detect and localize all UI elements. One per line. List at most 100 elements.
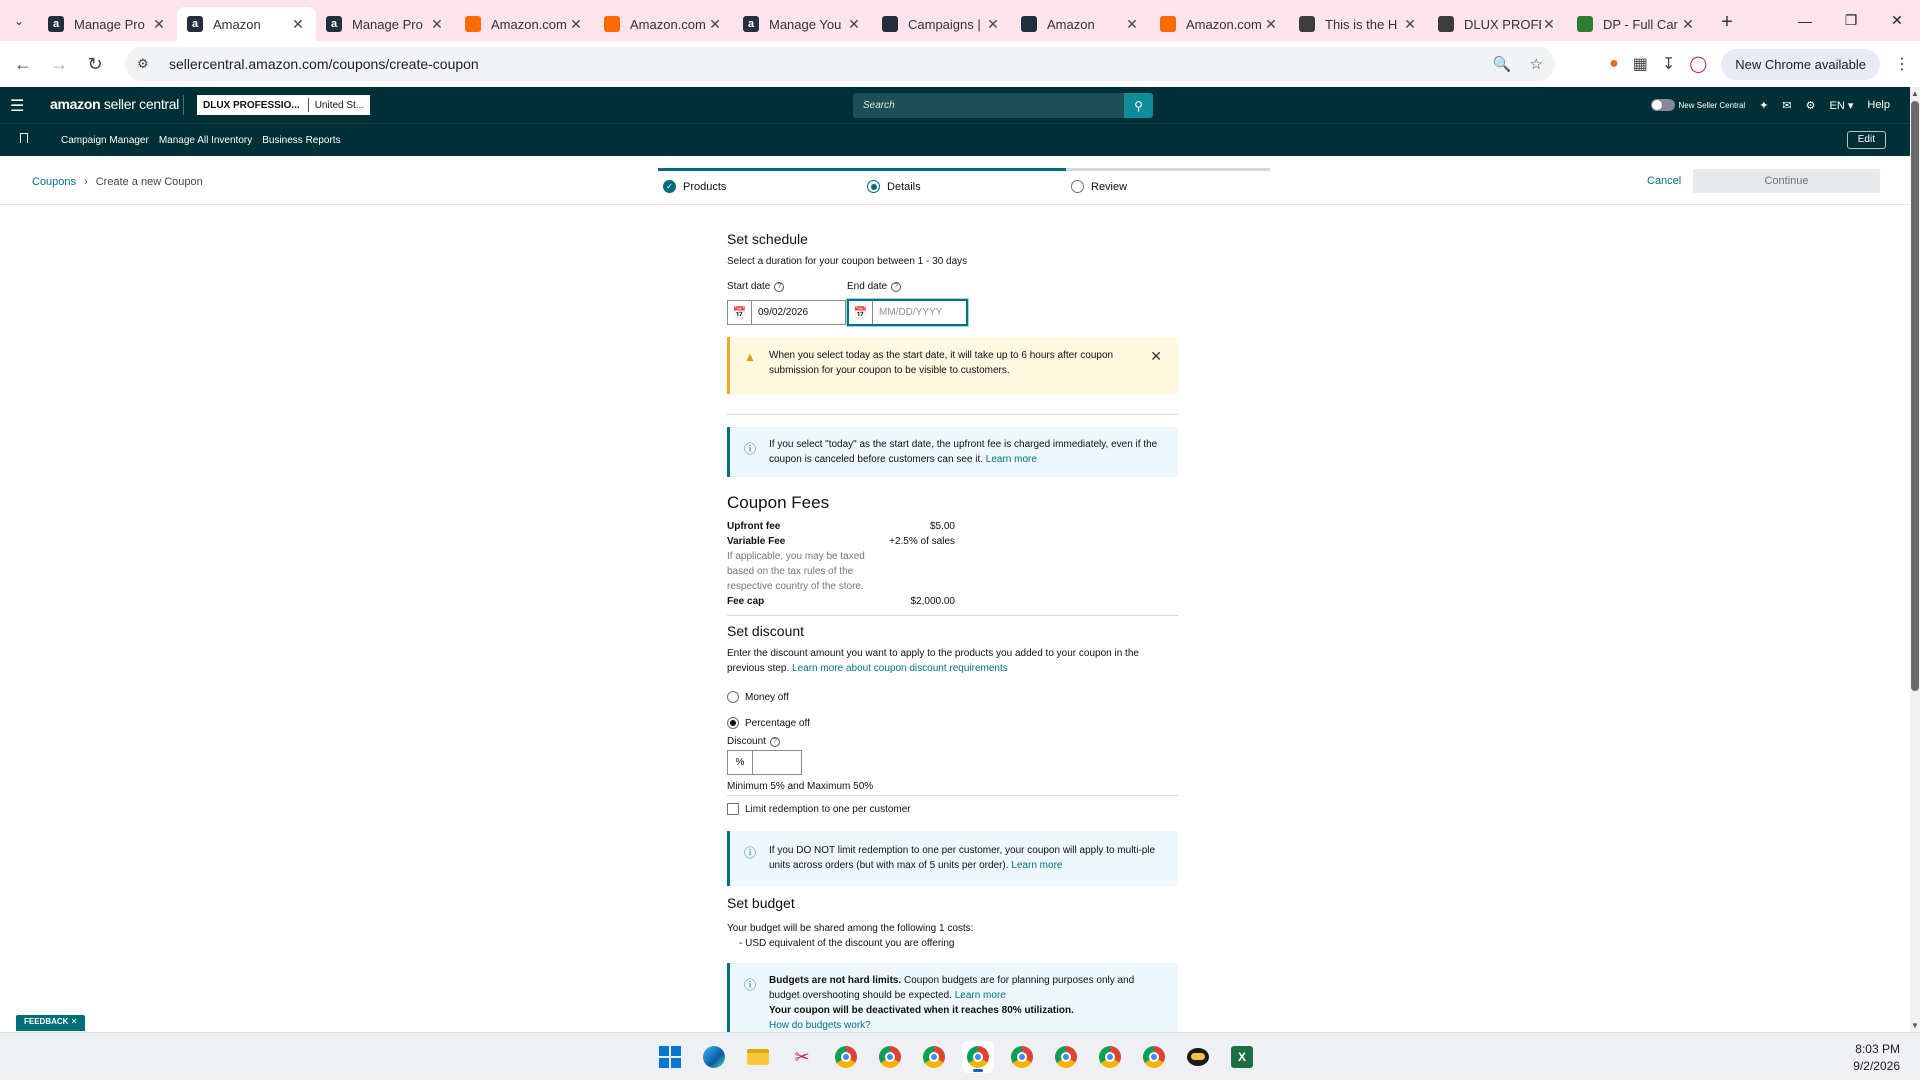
browser-tab[interactable]: Amazon.com ✕ (455, 7, 594, 41)
browser-tab[interactable]: Campaigns | ✕ (872, 7, 1011, 41)
seller-search-input[interactable]: Search (853, 93, 1125, 118)
money-off-radio[interactable]: Money off (727, 691, 789, 703)
browser-tab[interactable]: Amazon.com ✕ (1150, 7, 1289, 41)
scrollbar-thumb[interactable] (1911, 101, 1919, 691)
seller-search-button[interactable]: ⚲ (1124, 93, 1153, 118)
chrome-profile-icon[interactable] (874, 1041, 906, 1073)
chrome-active-icon[interactable] (962, 1041, 994, 1073)
chrome-profile-icon[interactable] (918, 1041, 950, 1073)
system-clock[interactable]: 8:03 PM 9/2/2026 (1853, 1041, 1900, 1075)
file-explorer-icon[interactable] (742, 1041, 774, 1073)
chrome-profile-icon[interactable] (1138, 1041, 1170, 1073)
hamburger-menu-icon[interactable]: ☰ (10, 96, 24, 116)
chrome-profile-icon[interactable] (830, 1041, 862, 1073)
step-review[interactable]: Review (1071, 180, 1127, 193)
new-chrome-available-button[interactable]: New Chrome available (1721, 48, 1880, 80)
tab-close-icon[interactable]: ✕ (1263, 16, 1279, 33)
tab-close-icon[interactable]: ✕ (1541, 16, 1557, 33)
snipping-tool-icon[interactable]: ✂ (786, 1041, 818, 1073)
browser-tab[interactable]: DLUX PROFE ✕ (1428, 7, 1567, 41)
nav-item-link[interactable]: Manage All Inventory (159, 135, 252, 146)
profile-icon[interactable]: ◯ (1689, 54, 1707, 74)
learn-more-link[interactable]: Learn more (986, 454, 1037, 465)
address-bar[interactable]: ⚙ sellercentral.amazon.com/coupons/creat… (125, 47, 1555, 81)
excel-icon[interactable]: X (1226, 1041, 1258, 1073)
help-question-icon[interactable]: ? (774, 281, 785, 292)
cancel-link[interactable]: Cancel (1647, 175, 1681, 187)
step-details[interactable]: Details (867, 180, 921, 193)
browser-tab[interactable]: DP - Full Car ✕ (1567, 7, 1706, 41)
seller-central-logo[interactable]: amazon seller central (50, 96, 179, 112)
browser-tab[interactable]: a Manage Pro ✕ (38, 7, 177, 41)
tab-close-icon[interactable]: ✕ (1124, 16, 1140, 33)
browser-tab[interactable]: a Manage Pro ✕ (316, 7, 455, 41)
discount-percent-input[interactable]: % (727, 750, 802, 775)
browser-tab[interactable]: a Manage You ✕ (733, 7, 872, 41)
close-icon[interactable]: ✕ (1150, 348, 1162, 365)
tab-close-icon[interactable]: ✕ (846, 16, 862, 33)
forward-button[interactable]: → (41, 46, 77, 82)
tab-close-icon[interactable]: ✕ (985, 16, 1001, 33)
chrome-profile-icon[interactable] (1050, 1041, 1082, 1073)
tab-close-icon[interactable]: ✕ (151, 16, 167, 33)
chat-app-icon[interactable] (1182, 1041, 1214, 1073)
chrome-icon[interactable] (1006, 1041, 1038, 1073)
browser-tab[interactable]: Amazon ✕ (1011, 7, 1150, 41)
continue-button[interactable]: Continue (1693, 169, 1880, 193)
sparkle-icon[interactable]: ✦ (1759, 99, 1768, 112)
extension-icon[interactable]: ● (1609, 55, 1619, 73)
mail-icon[interactable]: ✉ (1782, 99, 1791, 112)
tab-search-button[interactable]: ⌄ (0, 0, 38, 41)
extensions-puzzle-icon[interactable]: ▦ (1633, 54, 1648, 74)
nav-item-link[interactable]: Business Reports (262, 135, 340, 146)
help-link[interactable]: Help (1867, 99, 1890, 111)
restore-button[interactable]: ❐ (1828, 0, 1874, 41)
nav-item-link[interactable]: Campaign Manager (61, 135, 149, 146)
tab-close-icon[interactable]: ✕ (568, 16, 584, 33)
edit-nav-button[interactable]: Edit (1846, 131, 1886, 149)
bookmark-icon[interactable] (20, 133, 28, 143)
help-question-icon[interactable]: ? (769, 736, 780, 747)
zoom-icon[interactable]: 🔍 (1493, 55, 1512, 73)
bookmark-star-icon[interactable]: ☆ (1530, 55, 1543, 73)
reload-button[interactable]: ↻ (77, 46, 113, 82)
help-question-icon[interactable]: ? (891, 281, 902, 292)
browser-tab[interactable]: This is the H ✕ (1289, 7, 1428, 41)
feedback-button[interactable]: FEEDBACK ✕ (16, 1015, 86, 1031)
limit-redemption-checkbox[interactable]: Limit redemption to one per customer (727, 803, 911, 815)
settings-gear-icon[interactable]: ⚙ (1806, 99, 1816, 112)
minimize-button[interactable]: — (1782, 0, 1828, 41)
browser-tab[interactable]: Amazon.com ✕ (594, 7, 733, 41)
tab-close-icon[interactable]: ✕ (1680, 16, 1696, 33)
tab-close-icon[interactable]: ✕ (1402, 16, 1418, 33)
tab-close-icon[interactable]: ✕ (707, 16, 723, 33)
site-info-icon[interactable]: ⚙ (137, 56, 155, 72)
tab-close-icon[interactable]: ✕ (290, 16, 306, 33)
windows-start-icon[interactable] (654, 1041, 686, 1073)
scroll-up-arrow-icon[interactable]: ▲ (1911, 89, 1919, 98)
scroll-down-arrow-icon[interactable]: ▼ (1911, 1021, 1919, 1030)
end-date-field[interactable]: 📅 MM/DD/YYYY (847, 299, 968, 326)
discount-requirements-link[interactable]: Learn more about coupon discount require… (792, 663, 1008, 674)
start-date-field[interactable]: 📅 09/02/2026 (727, 300, 846, 325)
more-menu-icon[interactable]: ⋮ (1894, 54, 1910, 74)
step-products[interactable]: ✓ Products (663, 180, 726, 193)
calendar-icon[interactable]: 📅 (728, 301, 752, 324)
new-seller-central-toggle[interactable]: New Seller Central (1650, 99, 1745, 111)
tab-close-icon[interactable]: ✕ (429, 16, 445, 33)
edge-browser-icon[interactable] (698, 1041, 730, 1073)
new-tab-button[interactable]: + (1712, 11, 1742, 34)
calendar-icon[interactable]: 📅 (849, 301, 873, 324)
close-window-button[interactable]: ✕ (1874, 0, 1920, 41)
how-budgets-work-link[interactable]: How do budgets work? (769, 1020, 871, 1031)
close-icon[interactable]: ✕ (71, 1017, 78, 1026)
store-switcher[interactable]: DLUX PROFESSIO... United St... (197, 95, 371, 115)
download-icon[interactable]: ↧ (1662, 54, 1675, 74)
learn-more-link[interactable]: Learn more (955, 990, 1006, 1001)
percentage-off-radio[interactable]: Percentage off (727, 717, 810, 729)
browser-tab[interactable]: a Amazon ✕ (177, 7, 316, 41)
chrome-profile-icon[interactable] (1094, 1041, 1126, 1073)
breadcrumb-coupons-link[interactable]: Coupons (32, 176, 76, 188)
learn-more-link[interactable]: Learn more (1011, 860, 1062, 871)
language-selector[interactable]: EN ▾ (1830, 99, 1854, 112)
